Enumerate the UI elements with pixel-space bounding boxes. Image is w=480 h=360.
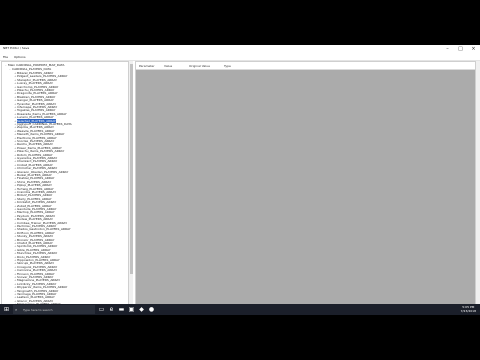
maximize-icon[interactable]: □ xyxy=(454,45,467,53)
window-title: NBT Editor / Save xyxy=(3,46,30,50)
search-icon: ⌕ xyxy=(15,307,18,312)
store-icon[interactable]: ▣ xyxy=(128,306,135,313)
grid-scrollbar[interactable] xyxy=(476,61,480,307)
task-view-icon[interactable]: ▭ xyxy=(98,306,105,313)
system-clock[interactable]: 5:05 PM 7/23/2018 xyxy=(461,305,476,313)
grid-header: Parameter Value Original Value Type xyxy=(136,62,475,70)
windows-start-icon[interactable]: ⊞ xyxy=(3,306,10,313)
folder-icon[interactable]: ▬ xyxy=(118,306,125,313)
minimize-icon[interactable]: – xyxy=(441,45,454,53)
menu-file[interactable]: File xyxy=(3,55,8,59)
menu-bar: File Options xyxy=(0,53,480,61)
column-header[interactable]: Original Value xyxy=(189,64,210,68)
column-header[interactable]: Value xyxy=(164,64,172,68)
close-icon[interactable]: × xyxy=(467,45,480,53)
app-icon[interactable]: ◆ xyxy=(138,306,145,313)
column-header[interactable]: Parameter xyxy=(139,64,155,68)
scroll-thumb[interactable] xyxy=(129,64,133,274)
edge-icon[interactable]: e xyxy=(108,306,115,313)
column-header[interactable]: Type xyxy=(224,64,231,68)
menu-options[interactable]: Options xyxy=(14,55,26,59)
tree-scrollbar[interactable] xyxy=(129,61,133,307)
search-placeholder: Type here to search xyxy=(23,308,53,312)
taskbar-search[interactable]: ⌕ Type here to search xyxy=(13,305,95,314)
app-window: NBT Editor / Save – □ × File Options – Ma… xyxy=(0,45,480,315)
property-grid[interactable]: Parameter Value Original Value Type xyxy=(135,61,476,309)
taskbar: ⊞ ⌕ Type here to search ▭ e ▬ ▣ ◆ ● 5:05… xyxy=(0,304,480,315)
app-icon[interactable]: ● xyxy=(148,306,155,313)
tree-view[interactable]: – Main CARDINAL_POKEDEX_MAP_DATA – CARDINA… xyxy=(1,61,129,309)
clock-date: 7/23/2018 xyxy=(460,309,476,313)
title-bar: NBT Editor / Save – □ × xyxy=(0,45,480,53)
